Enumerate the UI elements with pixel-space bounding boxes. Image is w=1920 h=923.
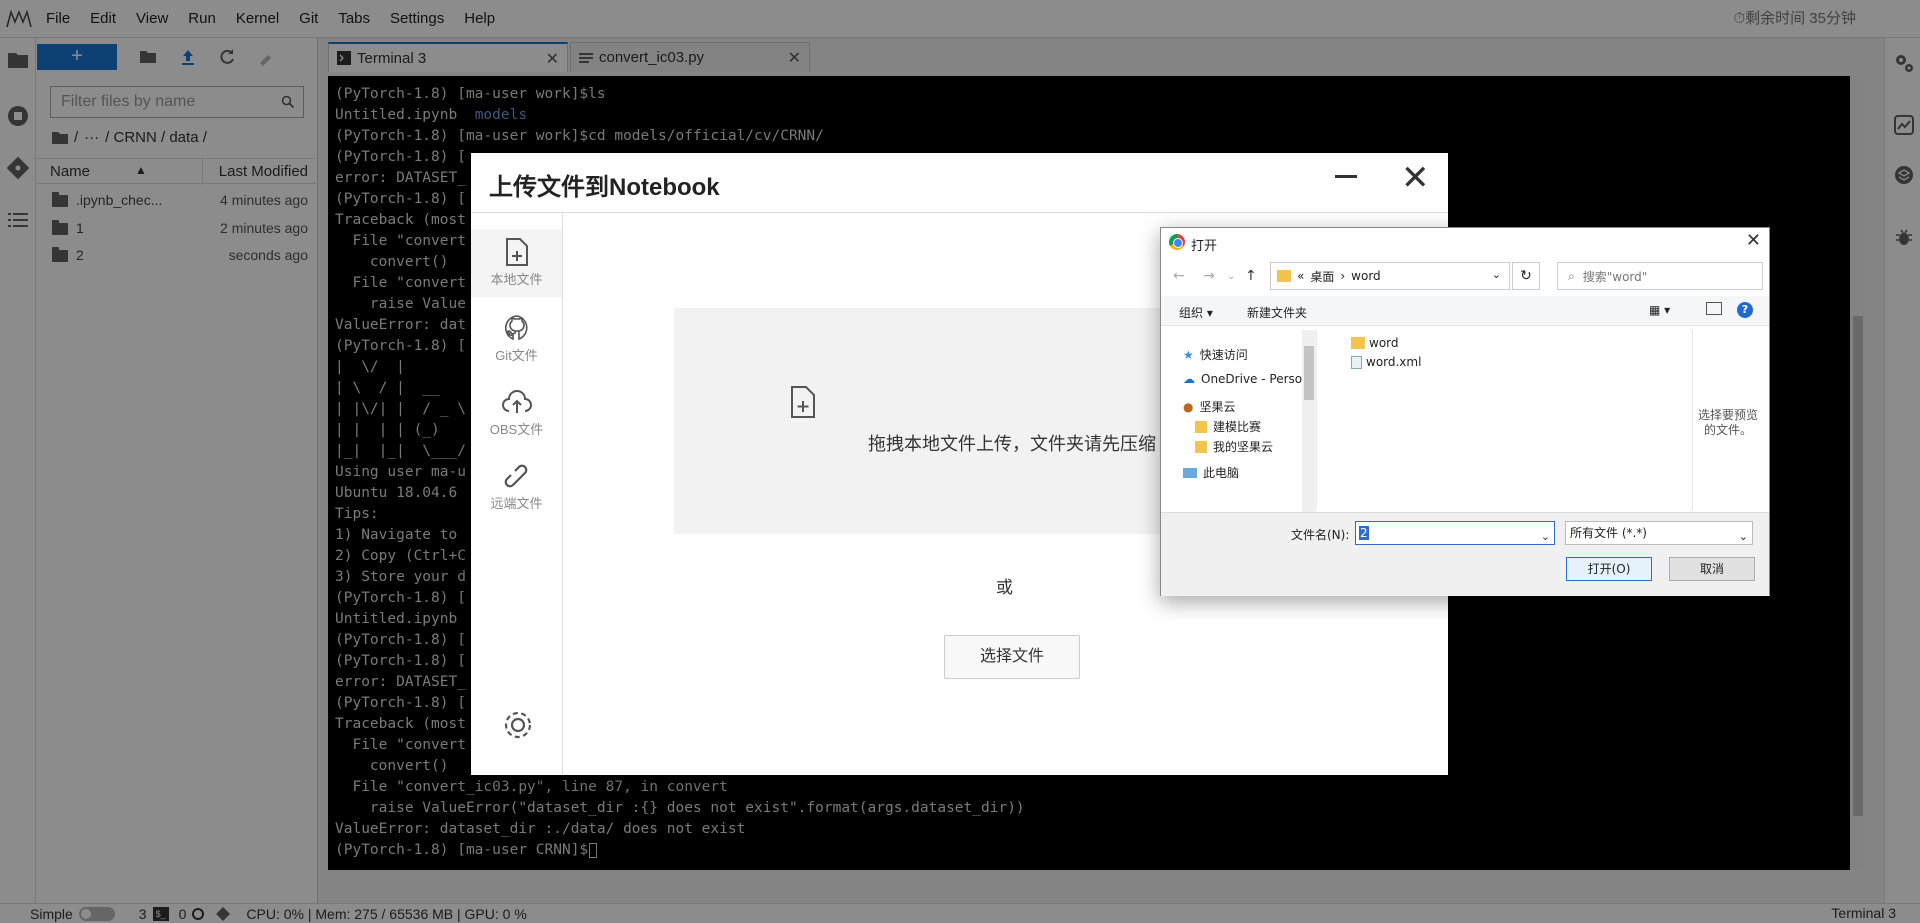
file-type-value: 所有文件 (*.*) [1570,526,1647,540]
preview-pane-text: 选择要预览的文件。 [1697,408,1758,437]
folder-icon [1195,440,1207,453]
filename-value: 2 [1359,526,1369,540]
scrollbar-thumb[interactable] [1304,346,1314,400]
chevron-down-icon[interactable]: ⌄ [1739,526,1748,548]
tree-my-jianguoyun[interactable]: 我的坚果云 [1195,438,1273,455]
tree-label: 坚果云 [1199,400,1236,414]
search-placeholder: 搜索"word" [1582,269,1648,284]
navigation-tree: ★ 快速访问 ☁ OneDrive - Perso ● 坚果云 建模比赛 我的坚果云 … [1161,330,1316,510]
source-label: Git文件 [495,348,538,363]
cloud-icon: ☁ [1183,372,1195,386]
view-options-icon[interactable]: ▦ ▾ [1649,303,1670,317]
cloud-upload-icon [501,390,532,413]
folder-icon [1351,337,1365,349]
drop-zone[interactable] [674,308,1174,534]
file-item-word-xml[interactable]: word.xml [1351,355,1421,369]
gear-icon[interactable] [501,708,535,742]
source-git-file[interactable]: Git文件 [471,305,562,373]
file-item-word-folder[interactable]: word [1351,336,1399,350]
file-open-dialog: 打开 ✕ ← → ⌄ ↑ « 桌面 › word ⌄ ↻ ⌕ 搜索"word" … [1160,227,1770,596]
recent-dropdown-icon[interactable]: ⌄ [1227,271,1235,282]
dialog-footer: 文件名(N): 2 ⌄ 所有文件 (*.*) ⌄ 打开(O) 取消 [1161,512,1769,596]
close-icon[interactable]: ✕ [1746,230,1761,251]
chrome-icon [1169,234,1185,250]
upload-source-sidebar: 本地文件 Git文件 OBS文件 远端文件 [471,213,563,775]
upload-dialog-title: 上传文件到Notebook [489,174,720,201]
new-folder-button[interactable]: 新建文件夹 [1247,304,1307,321]
up-arrow-icon[interactable]: ↑ [1245,268,1257,284]
tree-label: OneDrive - Perso [1201,372,1303,386]
filename-input[interactable]: 2 ⌄ [1355,521,1555,545]
path-segment-word[interactable]: word [1351,269,1381,283]
or-label: 或 [996,578,1013,597]
file-add-icon [505,238,528,266]
source-label: 本地文件 [490,272,543,287]
source-label: OBS文件 [489,422,544,437]
folder-icon [1195,420,1207,433]
file-type-select[interactable]: 所有文件 (*.*) ⌄ [1565,521,1753,545]
tree-modeling-contest[interactable]: 建模比赛 [1195,418,1261,435]
source-label: 远端文件 [490,496,543,511]
folder-icon [1277,270,1291,282]
help-icon[interactable]: ? [1737,302,1753,318]
tree-quick-access[interactable]: ★ 快速访问 [1183,346,1248,363]
source-remote-file[interactable]: 远端文件 [471,453,562,521]
nut-icon: ● [1183,399,1194,414]
path-segment-desktop[interactable]: 桌面 [1310,268,1334,285]
dialog-toolbar: 组织 ▾ 新建文件夹 ▦ ▾ ? [1161,296,1769,326]
search-icon: ⌕ [1568,268,1575,283]
source-local-file[interactable]: 本地文件 [471,229,562,297]
tree-scrollbar[interactable] [1302,330,1316,512]
dialog-search-input[interactable]: ⌕ 搜索"word" [1557,262,1763,290]
tree-label: 此电脑 [1203,466,1240,480]
tree-label: 快速访问 [1199,348,1248,362]
xml-file-icon [1351,355,1362,369]
file-item-label: word.xml [1366,355,1422,369]
tree-jianguoyun[interactable]: ● 坚果云 [1183,398,1236,415]
file-item-label: word [1369,336,1399,350]
forward-arrow-icon[interactable]: → [1203,268,1215,284]
tree-this-pc[interactable]: 此电脑 [1183,464,1239,481]
star-icon: ★ [1183,347,1194,362]
cancel-button[interactable]: 取消 [1669,557,1755,581]
link-icon [504,464,527,488]
choose-file-button[interactable]: 选择文件 [944,635,1080,679]
divider [471,212,1448,213]
tree-label: 我的坚果云 [1213,440,1274,454]
chevron-down-icon[interactable]: ⌄ [1541,526,1550,548]
preview-pane-icon[interactable] [1706,302,1722,315]
drop-zone-text: 拖拽本地文件上传，文件夹请先压缩 [868,434,1156,454]
chevron-down-icon[interactable]: ⌄ [1492,268,1501,281]
tree-label: 建模比赛 [1213,420,1262,434]
dialog-title: 打开 [1191,239,1218,254]
file-list: word word.xml [1316,330,1614,510]
address-bar[interactable]: « 桌面 › word ⌄ [1270,262,1510,290]
minimize-button[interactable] [1335,175,1357,178]
filename-label: 文件名(N): [1291,528,1350,542]
path-separator: › [1340,269,1346,283]
open-button[interactable]: 打开(O) [1566,557,1652,581]
tree-onedrive[interactable]: ☁ OneDrive - Perso [1183,372,1302,386]
refresh-button[interactable]: ↻ [1512,262,1540,290]
dialog-navigation: ← → ⌄ ↑ « 桌面 › word ⌄ ↻ ⌕ 搜索"word" [1161,260,1769,292]
file-add-icon [791,386,815,418]
close-button[interactable]: ✕ [1401,161,1430,195]
back-arrow-icon[interactable]: ← [1173,268,1185,284]
computer-icon [1183,467,1197,478]
path-overflow[interactable]: « [1297,269,1304,283]
dialog-titlebar[interactable]: 打开 ✕ [1161,228,1769,256]
github-icon [504,315,528,341]
organize-menu[interactable]: 组织 ▾ [1179,304,1213,321]
source-obs-file[interactable]: OBS文件 [471,379,562,447]
